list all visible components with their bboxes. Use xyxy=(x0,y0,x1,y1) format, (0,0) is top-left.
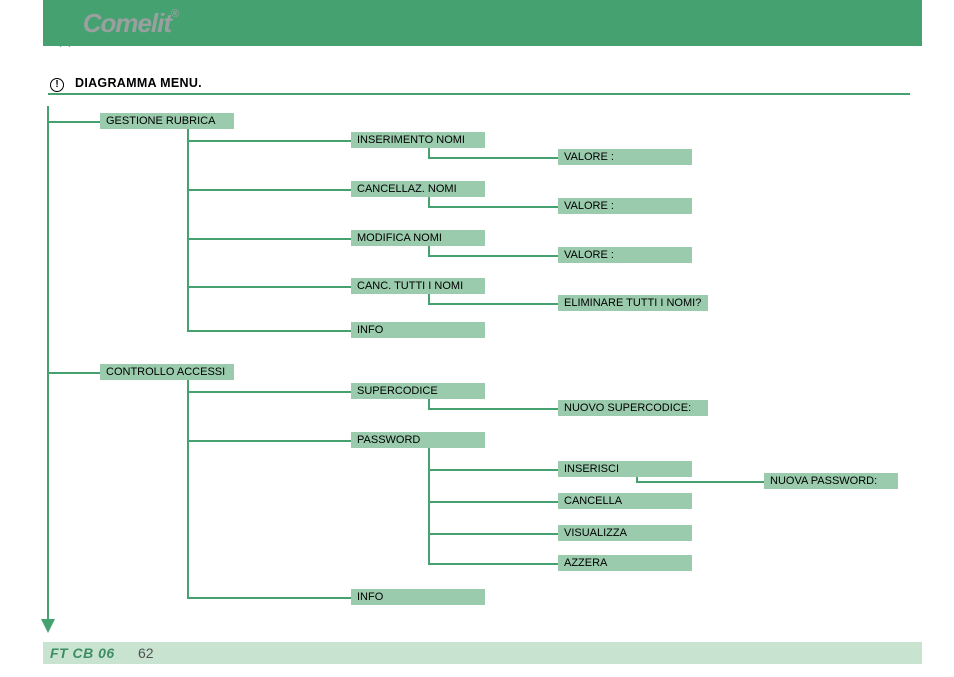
connector xyxy=(428,533,558,535)
connector xyxy=(187,597,351,599)
node-nuova-password: NUOVA PASSWORD: xyxy=(764,473,898,489)
connector xyxy=(428,563,558,565)
connector xyxy=(187,440,351,442)
footer-code: FT CB 06 xyxy=(50,645,115,661)
connector xyxy=(428,255,558,257)
node-supercodice: SUPERCODICE xyxy=(351,383,485,399)
connector xyxy=(428,157,558,159)
page-title: DIAGRAMMA MENU. xyxy=(75,76,202,90)
node-canc-tutti: CANC. TUTTI I NOMI xyxy=(351,278,485,294)
connector xyxy=(187,391,351,393)
connector xyxy=(636,481,764,483)
node-gestione-rubrica: GESTIONE RUBRICA xyxy=(100,113,234,129)
brand-logo: XXComelit® GROUP S.P.A. xyxy=(50,8,178,46)
connector xyxy=(428,501,558,503)
arrowhead-down-icon xyxy=(41,619,55,633)
title-underline xyxy=(48,93,910,95)
connector xyxy=(187,330,351,332)
node-visualizza: VISUALIZZA xyxy=(558,525,692,541)
node-eliminare: ELIMINARE TUTTI I NOMI? xyxy=(558,295,708,311)
node-valore-3: VALORE : xyxy=(558,247,692,263)
node-controllo-accessi: CONTROLLO ACCESSI xyxy=(100,364,234,380)
connector-spine xyxy=(47,106,49,621)
node-nuovo-supercodice: NUOVO SUPERCODICE: xyxy=(558,400,708,416)
node-valore-2: VALORE : xyxy=(558,198,692,214)
node-info-1: INFO xyxy=(351,322,485,338)
info-icon: ! xyxy=(50,78,64,92)
brand-mark: ® xyxy=(171,8,178,20)
node-password: PASSWORD xyxy=(351,432,485,448)
connector xyxy=(428,206,558,208)
connector xyxy=(187,140,351,142)
connector xyxy=(47,372,100,374)
connector xyxy=(187,286,351,288)
connector xyxy=(187,238,351,240)
brand-name: Comelit xyxy=(83,8,171,38)
connector xyxy=(47,121,100,123)
connector xyxy=(187,189,351,191)
node-valore-1: VALORE : xyxy=(558,149,692,165)
footer-bar xyxy=(43,642,922,664)
node-inserimento-nomi: INSERIMENTO NOMI xyxy=(351,132,485,148)
footer-page: 62 xyxy=(138,645,154,661)
connector xyxy=(187,380,189,599)
node-cancellaz-nomi: CANCELLAZ. NOMI xyxy=(351,181,485,197)
node-cancella: CANCELLA xyxy=(558,493,692,509)
node-info-2: INFO xyxy=(351,589,485,605)
node-modifica-nomi: MODIFICA NOMI xyxy=(351,230,485,246)
connector xyxy=(187,129,189,332)
node-azzera: AZZERA xyxy=(558,555,692,571)
connector xyxy=(428,448,430,565)
connector xyxy=(428,469,558,471)
node-inserisci: INSERISCI xyxy=(558,461,692,477)
connector xyxy=(428,408,558,410)
connector xyxy=(428,303,558,305)
